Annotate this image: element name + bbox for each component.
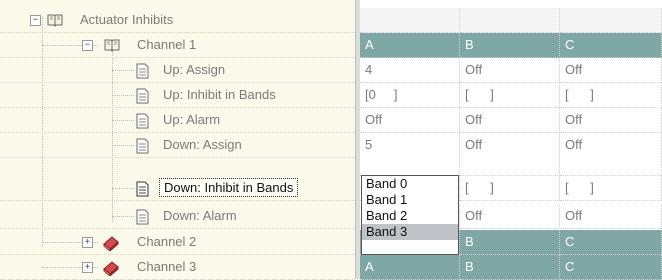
tree-row-root[interactable]: − Actuator Inhibits xyxy=(0,8,355,33)
tree-guide-line xyxy=(112,95,134,96)
grid-cell[interactable]: [ ] xyxy=(460,83,560,108)
grid-cell xyxy=(360,8,460,33)
document-icon xyxy=(136,88,149,104)
grid-cell[interactable]: Off xyxy=(360,108,460,133)
tree-item-label-selected: Down: Inhibit in Bands xyxy=(159,178,299,197)
column-header-c: C xyxy=(560,33,662,58)
column-header-a: A xyxy=(360,33,460,58)
closed-book-icon xyxy=(103,261,119,276)
tree-guide-line xyxy=(112,188,134,189)
tree-row-up-assign[interactable]: Up: Assign xyxy=(0,58,355,83)
panel-splitter[interactable] xyxy=(355,0,360,279)
tree-guide-line xyxy=(112,145,134,146)
grid-cell[interactable]: Off xyxy=(460,58,560,83)
grid-cell[interactable]: [ ] xyxy=(560,83,662,108)
tree-guide-line xyxy=(112,70,134,71)
closed-book-icon xyxy=(103,236,119,251)
dropdown-option[interactable]: Band 0 xyxy=(362,176,458,192)
grid-cell[interactable]: Off xyxy=(560,133,662,176)
collapse-expander-icon[interactable]: − xyxy=(30,15,41,26)
document-icon xyxy=(136,181,149,197)
tree-guide-line xyxy=(112,120,134,121)
column-header-b: B xyxy=(460,230,560,255)
column-header-b: B xyxy=(460,255,560,280)
tree-item-label: Down: Assign xyxy=(163,137,242,152)
column-header-a: A xyxy=(360,255,460,280)
tree-item-label: Actuator Inhibits xyxy=(80,12,174,27)
grid-cell xyxy=(460,8,560,33)
column-header-b: B xyxy=(460,33,560,58)
document-icon xyxy=(136,209,149,225)
tree-row-up-alarm[interactable]: Up: Alarm xyxy=(0,108,355,133)
document-icon xyxy=(136,113,149,129)
tree-row-down-inhibit[interactable]: Down: Inhibit in Bands xyxy=(0,176,355,201)
tree-item-label: Channel 3 xyxy=(137,259,197,274)
grid-cell[interactable]: Off xyxy=(460,133,560,176)
open-book-icon xyxy=(104,39,120,52)
grid-cell[interactable]: Off xyxy=(560,204,662,229)
grid-cell[interactable]: [0 ] xyxy=(360,83,460,108)
grid-cell[interactable]: 4 xyxy=(360,58,460,83)
tree-guide-line xyxy=(112,216,134,217)
column-header-c: C xyxy=(560,230,662,255)
grid-cell[interactable]: Off xyxy=(560,58,662,83)
tree-row-up-inhibit[interactable]: Up: Inhibit in Bands xyxy=(0,83,355,108)
collapse-expander-icon[interactable]: − xyxy=(82,40,93,51)
grid-cell[interactable]: Off xyxy=(460,108,560,133)
dropdown-option[interactable]: Band 1 xyxy=(362,192,458,208)
tree-row-channel-2[interactable]: + Channel 2 xyxy=(0,230,355,255)
dropdown-option-selected[interactable]: Band 3 xyxy=(362,224,458,240)
tree-row-down-assign[interactable]: Down: Assign xyxy=(0,133,355,158)
expand-expander-icon[interactable]: + xyxy=(82,237,93,248)
grid-cell xyxy=(560,8,662,33)
tree-item-label: Up: Alarm xyxy=(163,112,221,127)
grid-cell[interactable]: [ ] xyxy=(560,176,662,201)
tree-item-label: Up: Inhibit in Bands xyxy=(163,87,276,102)
document-icon xyxy=(136,63,149,79)
document-icon xyxy=(136,138,149,154)
grid-cell[interactable]: Off xyxy=(460,204,560,229)
open-book-icon xyxy=(47,14,63,27)
column-header-c: C xyxy=(560,255,662,280)
tree-row-channel-1[interactable]: − Channel 1 xyxy=(0,33,355,58)
dropdown-option[interactable]: Band 2 xyxy=(362,208,458,224)
band-dropdown-list[interactable]: Band 0 Band 1 Band 2 Band 3 xyxy=(361,175,459,255)
grid-cell[interactable]: Off xyxy=(560,108,662,133)
tree-row-down-alarm[interactable]: Down: Alarm xyxy=(0,204,355,229)
tree-item-label: Up: Assign xyxy=(163,62,226,77)
property-tree: − Actuator Inhibits − Channel 1 Up: Assi… xyxy=(0,0,355,280)
grid-cell[interactable]: [ ] xyxy=(460,176,560,201)
tree-row-channel-3[interactable]: + Channel 3 xyxy=(0,255,355,280)
expand-expander-icon[interactable]: + xyxy=(82,262,93,273)
tree-item-label: Down: Alarm xyxy=(163,208,237,223)
grid-cell[interactable]: 5 xyxy=(360,133,460,176)
tree-item-label: Channel 1 xyxy=(137,37,197,52)
tree-item-label: Channel 2 xyxy=(137,234,197,249)
